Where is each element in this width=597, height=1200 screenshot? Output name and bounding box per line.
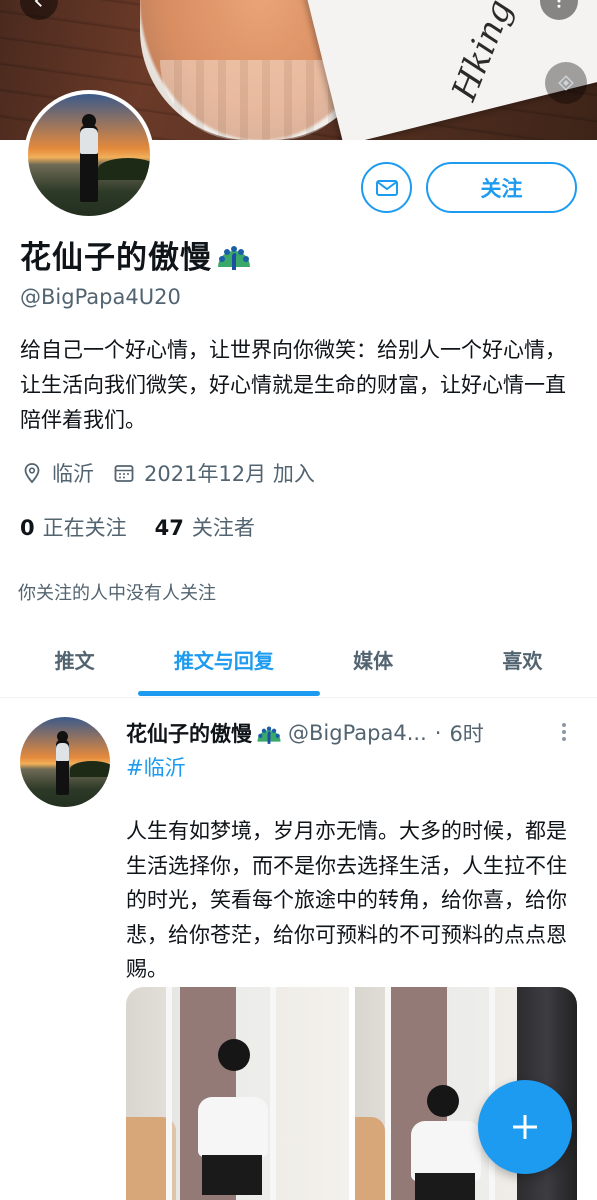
compose-tweet-button[interactable] bbox=[478, 1080, 572, 1174]
location-pin-icon bbox=[24, 463, 40, 484]
following-label: 正在关注 bbox=[42, 516, 127, 540]
tweet-header: 花仙子的傲慢 @BigPapa4... · 6时 bbox=[126, 718, 546, 748]
follow-button[interactable]: 关注 bbox=[426, 162, 577, 213]
calendar-icon bbox=[114, 465, 134, 482]
avatar-trees bbox=[98, 158, 150, 180]
avatar-head bbox=[82, 114, 96, 128]
profile-name: 花仙子的傲慢 bbox=[20, 240, 212, 276]
tweet-avatar-head bbox=[57, 731, 68, 742]
followers-count: 47 bbox=[154, 516, 184, 540]
tab-tweets[interactable]: 推文 bbox=[0, 622, 149, 697]
tab-tweets-and-replies[interactable]: 推文与回复 bbox=[149, 622, 298, 697]
profile-bio: 给自己一个好心情，让世界向你微笑：给别人一个好心情，让生活向我们微笑，好心情就是… bbox=[20, 338, 566, 432]
tab-media[interactable]: 媒体 bbox=[299, 622, 448, 697]
translate-button[interactable] bbox=[545, 62, 587, 104]
following-count: 0 bbox=[20, 516, 35, 540]
message-button[interactable] bbox=[361, 162, 412, 213]
mutual-followers-note: 你关注的人中没有人关注 bbox=[18, 583, 216, 604]
photo-bed bbox=[354, 1117, 385, 1200]
tweet-author-name[interactable]: 花仙子的傲慢 bbox=[126, 718, 252, 748]
back-arrow-icon bbox=[34, 0, 42, 7]
avatar-shirt bbox=[80, 128, 98, 154]
following-stat[interactable]: 0 正在关注 bbox=[20, 512, 127, 542]
profile-location: 临沂 bbox=[52, 462, 94, 486]
photo-figure-head bbox=[426, 1085, 459, 1117]
profile-avatar[interactable] bbox=[24, 90, 154, 220]
tweet-avatar-shirt bbox=[56, 743, 69, 761]
tweet-text: 人生有如梦境，岁月亦无情。大多的时候，都是生活选择你，而不是你去选择生活，人生拉… bbox=[126, 819, 567, 981]
photo-figure-head bbox=[218, 1039, 250, 1071]
profile-handle: @BigPapa4U20 bbox=[20, 285, 181, 309]
profile-tabs: 推文 推文与回复 媒体 喜欢 bbox=[0, 622, 597, 698]
profile-stats: 0 正在关注 47 关注者 bbox=[20, 512, 283, 542]
peacock-emoji-icon bbox=[218, 245, 250, 270]
mail-icon bbox=[375, 179, 398, 196]
followers-stat[interactable]: 47 关注者 bbox=[155, 512, 255, 542]
tweet-author-handle[interactable]: @BigPapa4... bbox=[288, 721, 427, 745]
tweet-separator: · bbox=[434, 721, 442, 745]
peacock-emoji-icon bbox=[257, 726, 281, 744]
more-vertical-icon[interactable] bbox=[556, 720, 572, 744]
tweet-avatar-trees bbox=[70, 761, 110, 777]
followers-label: 关注者 bbox=[191, 516, 255, 540]
tab-likes[interactable]: 喜欢 bbox=[448, 622, 597, 697]
tweet-hashtag[interactable]: #临沂 bbox=[126, 752, 186, 782]
compose-plus-icon bbox=[513, 1115, 537, 1139]
photo-figure-skirt bbox=[202, 1155, 262, 1195]
more-vertical-icon bbox=[557, 0, 561, 8]
profile-name-row: 花仙子的傲慢 bbox=[20, 232, 254, 277]
tweet-avatar[interactable] bbox=[20, 717, 110, 807]
photo-figure-skirt bbox=[414, 1173, 475, 1200]
active-tab-indicator bbox=[138, 691, 320, 696]
tweet-photo-1[interactable] bbox=[126, 987, 349, 1200]
profile-joined: 2021年12月 加入 bbox=[144, 462, 315, 486]
tweet-timestamp[interactable]: 6时 bbox=[449, 718, 483, 748]
translate-icon bbox=[558, 75, 574, 91]
photo-figure-top bbox=[198, 1097, 268, 1157]
profile-meta: 临沂 2021年12月 加入 bbox=[20, 458, 315, 488]
photo-figure-top bbox=[410, 1121, 481, 1181]
